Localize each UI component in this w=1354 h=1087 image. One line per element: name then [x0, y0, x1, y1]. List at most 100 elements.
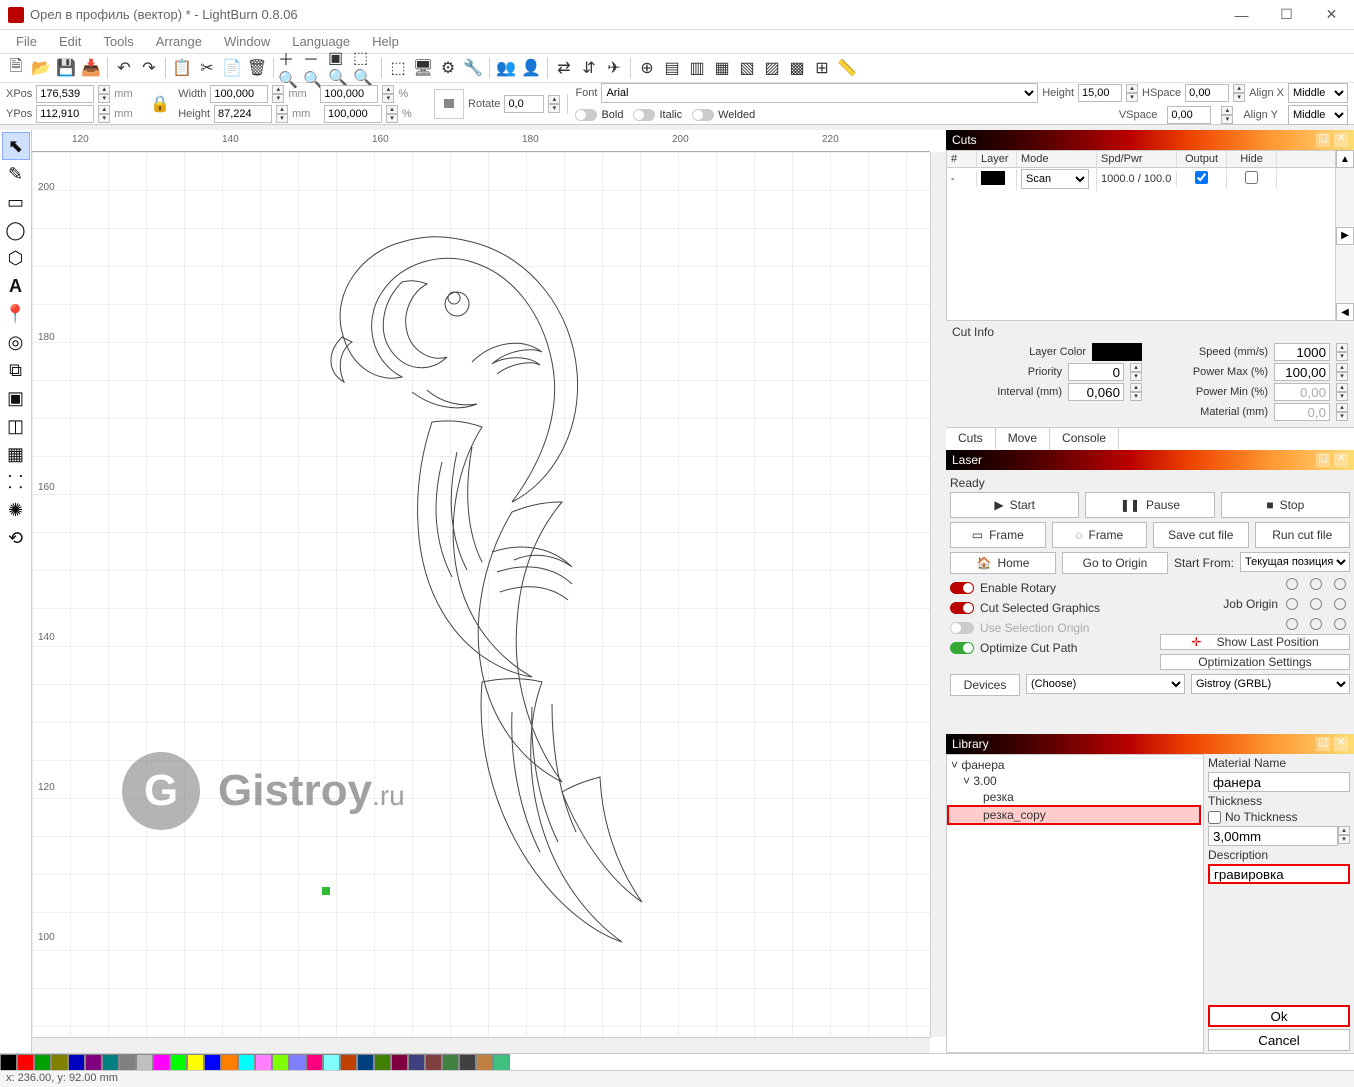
palette-color[interactable] [272, 1054, 289, 1071]
frame-circ-button[interactable]: ◌Frame [1052, 522, 1148, 548]
show-last-button[interactable]: ✛ Show Last Position [1160, 634, 1350, 650]
stop-button[interactable]: ■Stop [1221, 492, 1350, 518]
scrollbar-v[interactable] [930, 152, 946, 1037]
ypos-up[interactable]: ▴ [98, 105, 110, 114]
preview-icon[interactable]: 🖥 [411, 56, 435, 80]
palette-color[interactable] [493, 1054, 510, 1071]
menu-edit[interactable]: Edit [49, 32, 91, 51]
flip-v-icon[interactable]: ⇵ [577, 56, 601, 80]
align-c-icon[interactable]: ▥ [685, 56, 709, 80]
menu-window[interactable]: Window [214, 32, 280, 51]
ungroup-icon[interactable]: 👤 [519, 56, 543, 80]
job-origin-grid[interactable] [1286, 578, 1350, 630]
offset-tool-icon[interactable]: ⧉ [2, 356, 30, 384]
zoom-in-icon[interactable]: ＋🔍 [278, 56, 302, 80]
opt-settings-button[interactable]: Optimization Settings [1160, 654, 1350, 670]
layer-right-button[interactable]: ▶ [1336, 227, 1354, 245]
settings-icon[interactable]: ⚙ [436, 56, 460, 80]
menu-arrange[interactable]: Arrange [146, 32, 212, 51]
start-button[interactable]: ▶Start [950, 492, 1079, 518]
palette-color[interactable] [408, 1054, 425, 1071]
align-t-icon[interactable]: ▧ [735, 56, 759, 80]
hide-checkbox[interactable] [1245, 171, 1258, 184]
device-driver-select[interactable]: Gistroy (GRBL) [1191, 674, 1350, 694]
device-icon[interactable]: 🔧 [461, 56, 485, 80]
redo-icon[interactable]: ↷ [137, 56, 161, 80]
palette-color[interactable] [323, 1054, 340, 1071]
tab-move[interactable]: Move [996, 428, 1050, 450]
ok-button[interactable]: Ok [1208, 1005, 1350, 1027]
close-button[interactable]: ✕ [1309, 0, 1354, 30]
palette-color[interactable] [51, 1054, 68, 1071]
circle-tool-icon[interactable]: ◎ [2, 328, 30, 356]
palette-color[interactable] [391, 1054, 408, 1071]
pmax-input[interactable] [1274, 363, 1330, 381]
library-header[interactable]: Library ◱✕ [946, 734, 1354, 754]
palette-color[interactable] [153, 1054, 170, 1071]
polygon-tool-icon[interactable]: ⬡ [2, 244, 30, 272]
goto-origin-button[interactable]: Go to Origin [1062, 552, 1168, 574]
use-selection-toggle[interactable] [950, 622, 974, 634]
tree-leaf-1[interactable]: резка [949, 789, 1201, 805]
palette-color[interactable] [0, 1054, 17, 1071]
welded-toggle[interactable] [692, 109, 714, 121]
desc-input[interactable] [1208, 864, 1350, 884]
tab-cuts[interactable]: Cuts [946, 428, 996, 450]
flip-h-icon[interactable]: ⇄ [552, 56, 576, 80]
panel-undock-icon[interactable]: ◱ [1316, 453, 1330, 467]
palette-color[interactable] [85, 1054, 102, 1071]
ypos-dn[interactable]: ▾ [98, 114, 110, 123]
palette-color[interactable] [204, 1054, 221, 1071]
tree-thickness[interactable]: ˅ 3.00 [949, 773, 1201, 789]
pmin-input[interactable] [1274, 383, 1330, 401]
palette-color[interactable] [374, 1054, 391, 1071]
marker-tool-icon[interactable]: 📍 [2, 300, 30, 328]
hspace-input[interactable] [1185, 84, 1229, 102]
palette-color[interactable] [221, 1054, 238, 1071]
layer-left-button[interactable]: ◀ [1336, 303, 1354, 321]
width-pct-input[interactable] [320, 85, 378, 103]
palette-color[interactable] [357, 1054, 374, 1071]
enable-rotary-toggle[interactable] [950, 582, 974, 594]
speed-input[interactable] [1274, 343, 1330, 361]
pencil-tool-icon[interactable]: ✎ [2, 160, 30, 188]
thickness-input[interactable] [1208, 826, 1338, 846]
italic-toggle[interactable] [633, 109, 655, 121]
palette-color[interactable] [102, 1054, 119, 1071]
cuts-header[interactable]: Cuts ◱✕ [946, 130, 1354, 150]
home-button[interactable]: 🏠Home [950, 552, 1056, 574]
layer-up-button[interactable]: ▲ [1336, 150, 1354, 168]
panel-close-icon[interactable]: ✕ [1334, 453, 1348, 467]
menu-file[interactable]: File [6, 32, 47, 51]
frame-rect-button[interactable]: ▭Frame [950, 522, 1046, 548]
edit-nodes-icon[interactable]: ⟲ [2, 524, 30, 552]
align-l-icon[interactable]: ▤ [660, 56, 684, 80]
cut-selected-toggle[interactable] [950, 602, 974, 614]
cancel-button[interactable]: Cancel [1208, 1029, 1350, 1051]
laser-header[interactable]: Laser ◱✕ [946, 450, 1354, 470]
palette-color[interactable] [187, 1054, 204, 1071]
panel-close-icon[interactable]: ✕ [1334, 133, 1348, 147]
canvas[interactable]: 200 180 160 140 120 100 [32, 152, 930, 1037]
output-checkbox[interactable] [1195, 171, 1208, 184]
palette-color[interactable] [442, 1054, 459, 1071]
width-input[interactable] [210, 85, 268, 103]
rotate-input[interactable] [504, 95, 544, 113]
xpos-input[interactable] [36, 85, 94, 103]
layer-color-swatch[interactable] [1092, 343, 1142, 361]
menu-tools[interactable]: Tools [93, 32, 143, 51]
mat-name-input[interactable] [1208, 772, 1350, 792]
import-icon[interactable]: 📥 [79, 56, 103, 80]
panel-undock-icon[interactable]: ◱ [1316, 737, 1330, 751]
height-input[interactable] [214, 105, 272, 123]
device-choose-select[interactable]: (Choose) [1026, 674, 1185, 694]
palette-color[interactable] [289, 1054, 306, 1071]
palette-color[interactable] [119, 1054, 136, 1071]
palette-color[interactable] [68, 1054, 85, 1071]
palette-color[interactable] [238, 1054, 255, 1071]
palette-color[interactable] [340, 1054, 357, 1071]
scrollbar-h[interactable] [32, 1037, 930, 1053]
delete-icon[interactable]: 🗑 [245, 56, 269, 80]
panel-close-icon[interactable]: ✕ [1334, 737, 1348, 751]
ypos-input[interactable] [36, 105, 94, 123]
